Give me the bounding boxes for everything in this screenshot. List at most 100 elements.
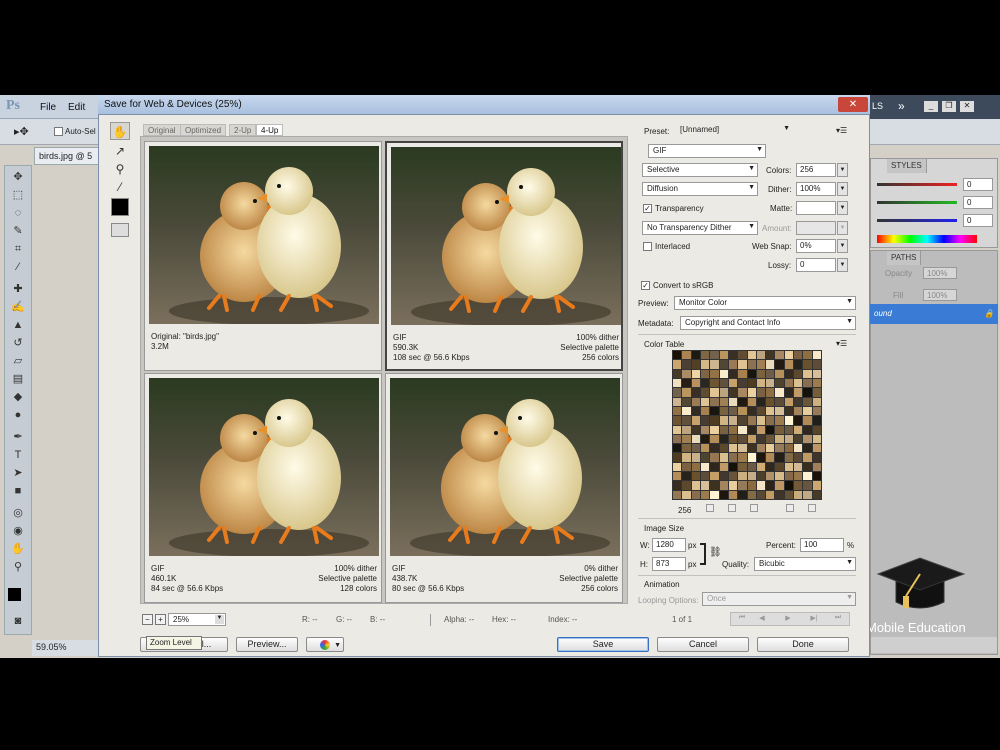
color-swatch[interactable] bbox=[766, 416, 775, 425]
color-swatch[interactable] bbox=[784, 406, 794, 416]
auto-select-checkbox[interactable] bbox=[54, 127, 63, 136]
shape-icon[interactable]: ■ bbox=[10, 484, 26, 498]
color-swatch[interactable] bbox=[682, 416, 691, 425]
3d-orbit-icon[interactable]: ◉ bbox=[10, 524, 26, 538]
width-input[interactable]: 1280 bbox=[652, 538, 686, 552]
restore-icon[interactable]: ❐ bbox=[942, 101, 956, 112]
foreground-color-swatch[interactable] bbox=[8, 588, 21, 601]
color-swatch[interactable] bbox=[728, 406, 738, 416]
color-swatch[interactable] bbox=[673, 378, 682, 388]
color-swatch[interactable] bbox=[775, 434, 784, 444]
dodge-icon[interactable]: ● bbox=[10, 408, 26, 422]
color-swatch[interactable] bbox=[784, 360, 794, 369]
color-swatch[interactable] bbox=[738, 378, 747, 388]
quality-select[interactable]: Bicubic ▼ bbox=[754, 557, 856, 571]
color-swatch[interactable] bbox=[710, 378, 719, 388]
color-swatch[interactable] bbox=[682, 462, 691, 472]
color-swatch[interactable] bbox=[728, 453, 738, 462]
color-swatch[interactable] bbox=[728, 397, 738, 406]
color-swatch[interactable] bbox=[700, 425, 710, 434]
color-swatch[interactable] bbox=[812, 378, 821, 388]
color-swatch[interactable] bbox=[812, 369, 821, 378]
color-swatch[interactable] bbox=[747, 425, 756, 434]
fill-value[interactable]: 100% bbox=[923, 289, 957, 301]
color-swatch[interactable] bbox=[812, 472, 821, 481]
color-swatch[interactable] bbox=[673, 425, 682, 434]
color-swatch[interactable] bbox=[728, 472, 738, 481]
color-swatch[interactable] bbox=[794, 351, 803, 360]
color-swatch[interactable] bbox=[700, 351, 710, 360]
color-swatch[interactable] bbox=[738, 397, 747, 406]
color-swatch[interactable] bbox=[728, 425, 738, 434]
chain-link-icon[interactable]: ⛓ bbox=[709, 547, 722, 558]
save-button[interactable]: Save bbox=[557, 637, 649, 652]
color-swatch[interactable] bbox=[738, 481, 747, 490]
color-swatch[interactable] bbox=[794, 360, 803, 369]
color-swatch[interactable] bbox=[728, 369, 738, 378]
color-swatch[interactable] bbox=[719, 453, 728, 462]
color-swatch[interactable] bbox=[719, 490, 728, 499]
color-swatch[interactable] bbox=[766, 360, 775, 369]
type-icon[interactable]: T bbox=[10, 448, 26, 462]
color-swatch[interactable] bbox=[691, 453, 700, 462]
color-swatch[interactable] bbox=[738, 453, 747, 462]
color-swatch[interactable] bbox=[766, 388, 775, 397]
color-swatch[interactable] bbox=[719, 416, 728, 425]
color-swatch[interactable] bbox=[682, 351, 691, 360]
tab-4up[interactable]: 4-Up bbox=[256, 124, 284, 136]
color-swatch[interactable] bbox=[728, 416, 738, 425]
color-swatch[interactable] bbox=[775, 481, 784, 490]
color-swatch[interactable] bbox=[756, 434, 766, 444]
green-slider[interactable] bbox=[877, 201, 957, 204]
matte-select[interactable] bbox=[796, 201, 836, 215]
color-swatch[interactable] bbox=[775, 406, 784, 416]
color-swatch[interactable] bbox=[756, 397, 766, 406]
color-swatch[interactable] bbox=[766, 351, 775, 360]
color-swatch[interactable] bbox=[784, 425, 794, 434]
color-swatch[interactable] bbox=[784, 416, 794, 425]
toggle-slices-icon[interactable] bbox=[111, 223, 129, 237]
color-swatch[interactable] bbox=[812, 434, 821, 444]
color-swatch[interactable] bbox=[756, 360, 766, 369]
quick-mask-icon[interactable]: ◙ bbox=[10, 614, 26, 628]
move-tool-icon[interactable]: ▸✥ bbox=[14, 125, 29, 138]
red-slider[interactable] bbox=[877, 183, 957, 186]
color-swatch[interactable] bbox=[719, 406, 728, 416]
lock-color-icon[interactable] bbox=[750, 504, 758, 512]
color-swatch[interactable] bbox=[719, 472, 728, 481]
color-swatch[interactable] bbox=[766, 444, 775, 453]
web-shift-icon[interactable] bbox=[728, 504, 736, 512]
color-swatch[interactable] bbox=[775, 425, 784, 434]
color-swatch[interactable] bbox=[691, 351, 700, 360]
color-swatch[interactable] bbox=[673, 434, 682, 444]
color-swatch[interactable] bbox=[691, 406, 700, 416]
color-swatch[interactable] bbox=[812, 360, 821, 369]
color-swatch[interactable] bbox=[803, 397, 812, 406]
color-swatch[interactable] bbox=[700, 388, 710, 397]
color-swatch[interactable] bbox=[756, 378, 766, 388]
color-swatch[interactable] bbox=[775, 360, 784, 369]
color-swatch[interactable] bbox=[700, 490, 710, 499]
color-swatch[interactable] bbox=[710, 444, 719, 453]
color-swatch[interactable] bbox=[766, 397, 775, 406]
tab-optimized[interactable]: Optimized bbox=[180, 124, 227, 136]
menu-file[interactable]: File bbox=[40, 102, 56, 113]
color-swatch[interactable] bbox=[719, 360, 728, 369]
color-swatch[interactable] bbox=[756, 369, 766, 378]
color-swatch[interactable] bbox=[784, 481, 794, 490]
color-swatch[interactable] bbox=[756, 490, 766, 499]
color-swatch[interactable] bbox=[747, 360, 756, 369]
color-swatch[interactable] bbox=[803, 490, 812, 499]
color-swatch[interactable] bbox=[710, 397, 719, 406]
color-swatch[interactable] bbox=[728, 444, 738, 453]
color-swatch[interactable] bbox=[775, 378, 784, 388]
color-swatch[interactable] bbox=[803, 434, 812, 444]
color-swatch[interactable] bbox=[775, 416, 784, 425]
color-swatch[interactable] bbox=[812, 490, 821, 499]
zoom-in-button[interactable]: + bbox=[155, 614, 166, 625]
color-swatch[interactable] bbox=[710, 351, 719, 360]
pen-icon[interactable]: ✒ bbox=[10, 430, 26, 444]
color-swatch[interactable] bbox=[738, 406, 747, 416]
zoom-tool-icon[interactable]: ⚲ bbox=[110, 160, 130, 178]
color-swatch[interactable] bbox=[766, 369, 775, 378]
